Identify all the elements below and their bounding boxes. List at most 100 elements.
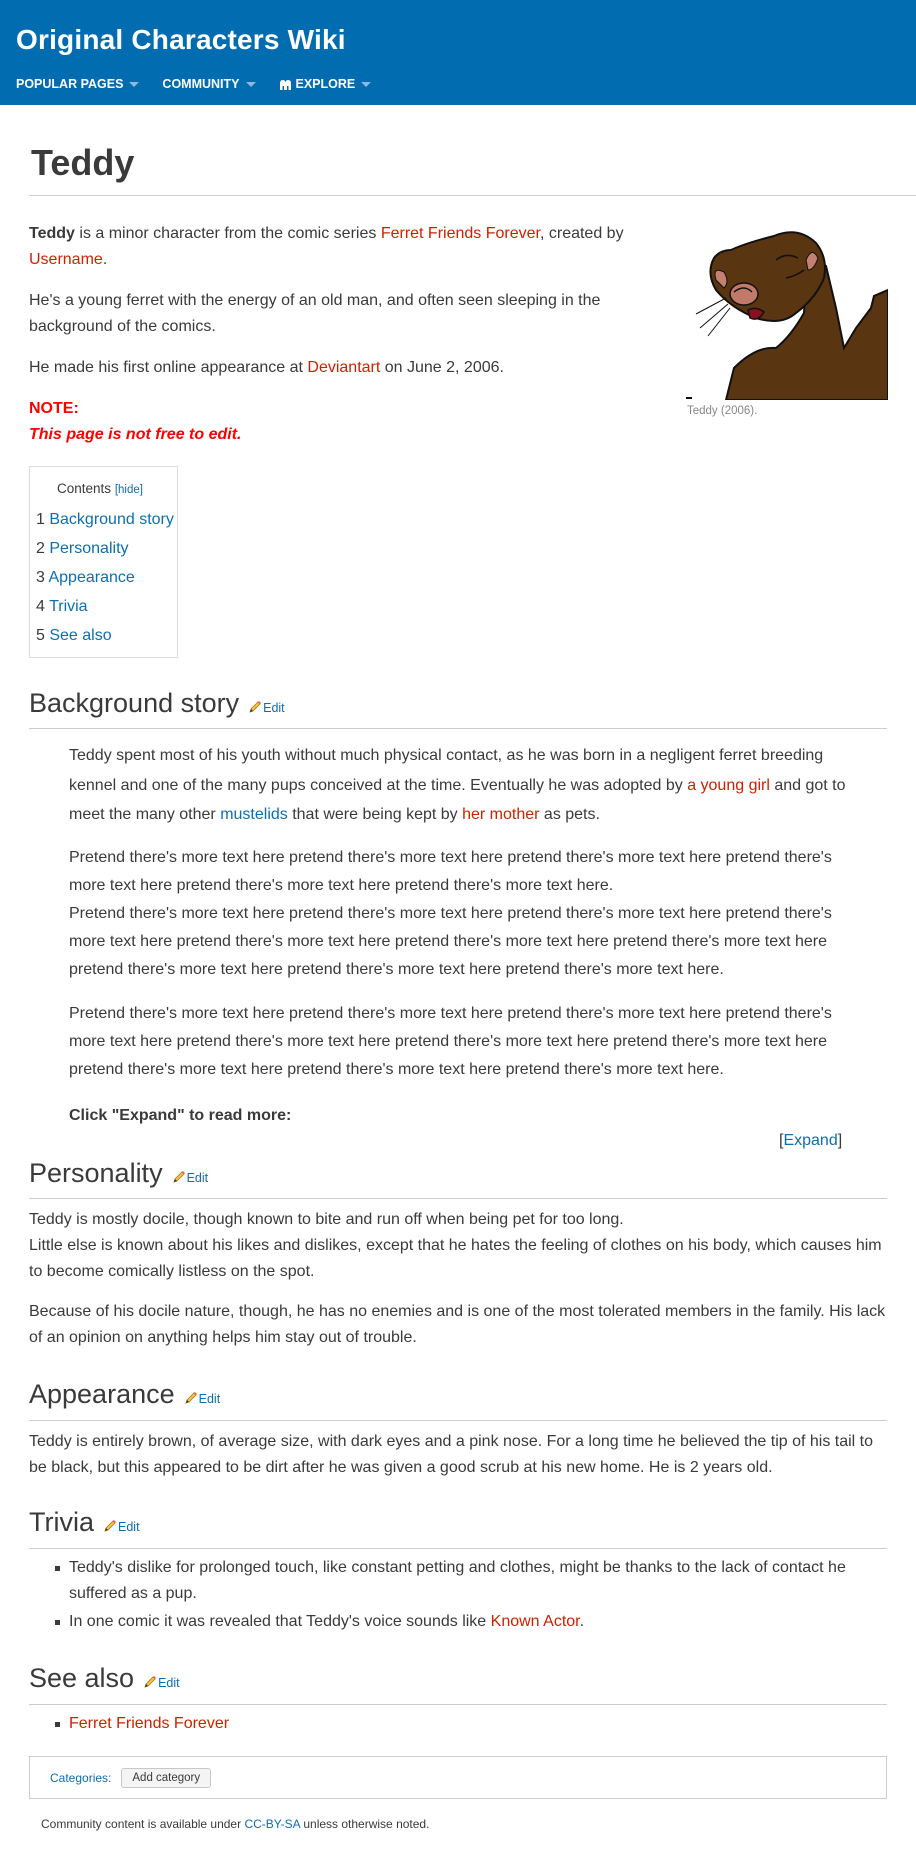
toc-label: Appearance: [48, 569, 135, 586]
character-image[interactable]: [686, 218, 888, 400]
list-item: Teddy's dislike for prolonged touch, lik…: [55, 1555, 885, 1607]
bullet-icon: [55, 1620, 60, 1625]
heading-text: Background story: [29, 688, 240, 718]
explore-icon: [279, 79, 291, 90]
edit-background-story-button[interactable]: Edit: [248, 698, 285, 715]
heading-background-story: Background story Edit: [29, 688, 285, 719]
toc-item-appearance[interactable]: 3 Appearance: [36, 569, 135, 587]
text: that were being kept by: [287, 806, 463, 823]
ferret-nose: [729, 282, 759, 306]
list-item: Ferret Friends Forever: [55, 1711, 885, 1737]
page-title: Teddy: [31, 142, 135, 183]
edit-trivia-button[interactable]: Edit: [103, 1517, 140, 1534]
toc-label: Personality: [49, 540, 129, 557]
edit-label: Edit: [158, 1676, 180, 1690]
heading-trivia: Trivia Edit: [29, 1507, 140, 1538]
appearance-paragraph: Teddy is entirely brown, of average size…: [29, 1433, 874, 1476]
background-paragraph-3: Pretend there's more text here pretend t…: [69, 1005, 832, 1078]
license-footer: Community content is available under CC-…: [41, 1817, 429, 1831]
categories-box: Categories: Add category: [29, 1756, 887, 1799]
personality-paragraph-1: Teddy is mostly docile, though known to …: [29, 1207, 889, 1285]
bullet-icon: [55, 1566, 60, 1571]
intro-paragraph-3: He made his first online appearance at D…: [29, 355, 649, 381]
link-known-actor[interactable]: Known Actor: [491, 1613, 580, 1630]
pencil-icon: [104, 1520, 116, 1532]
section-divider: [29, 1704, 887, 1705]
edit-see-also-button[interactable]: Edit: [143, 1673, 180, 1690]
list-item: In one comic it was revealed that Teddy'…: [55, 1609, 885, 1635]
expand-button[interactable]: [Expand]: [779, 1132, 842, 1150]
toc-number: 3: [36, 569, 45, 586]
toc-number: 4: [36, 598, 45, 615]
note-label: NOTE:: [29, 400, 79, 417]
toc-label: See also: [49, 627, 112, 644]
toc-title-text: Contents: [57, 481, 112, 496]
text: Teddy's dislike for prolonged touch, lik…: [69, 1559, 846, 1602]
edit-label: Edit: [263, 701, 285, 715]
toc-label: Trivia: [49, 598, 88, 615]
nav-community[interactable]: COMMUNITY: [162, 77, 256, 91]
personality-paragraph-2: Because of his docile nature, though, he…: [29, 1303, 886, 1346]
text: on June 2, 2006.: [380, 359, 504, 376]
nav-label: EXPLORE: [295, 77, 356, 91]
wiki-nav: POPULAR PAGES COMMUNITY EXPLORE: [16, 77, 394, 91]
edit-appearance-button[interactable]: Edit: [184, 1389, 220, 1406]
toc-title: Contents [hide]: [57, 481, 143, 496]
text: Teddy is mostly docile, though known to …: [29, 1211, 624, 1228]
character-name: Teddy: [29, 225, 75, 242]
toc-item-personality[interactable]: 2 Personality: [36, 540, 129, 558]
heading-appearance: Appearance Edit: [29, 1379, 220, 1410]
toc-number: 2: [36, 540, 45, 557]
background-paragraph-1: Teddy spent most of his youth without mu…: [69, 741, 859, 830]
text: In one comic it was revealed that Teddy'…: [69, 1613, 491, 1630]
nav-explore[interactable]: EXPLORE: [279, 77, 372, 91]
note-text: This page is not free to edit.: [29, 426, 242, 443]
link-a-young-girl[interactable]: a young girl: [687, 777, 770, 794]
text: .: [102, 251, 108, 268]
nav-label: COMMUNITY: [162, 77, 240, 91]
chevron-down-icon: [129, 81, 140, 87]
section-divider: [29, 1548, 887, 1549]
toc-item-trivia[interactable]: 4 Trivia: [36, 598, 88, 616]
site-header: Original Characters Wiki POPULAR PAGES C…: [0, 0, 916, 105]
background-paragraph-2: Pretend there's more text here pretend t…: [69, 844, 859, 984]
edit-personality-button[interactable]: Edit: [172, 1168, 209, 1185]
heading-personality: Personality Edit: [29, 1158, 208, 1189]
text: unless otherwise noted.: [300, 1817, 430, 1831]
toc-label: Background story: [49, 511, 174, 528]
text: .: [579, 1613, 585, 1630]
trivia-list: Teddy's dislike for prolonged touch, lik…: [55, 1555, 885, 1637]
nav-popular-pages[interactable]: POPULAR PAGES: [16, 77, 140, 91]
click-expand-prompt: Click "Expand" to read more:: [69, 1107, 292, 1124]
link-username[interactable]: Username: [29, 251, 103, 268]
intro-paragraph-1: Teddy is a minor character from the comi…: [29, 221, 649, 273]
wiki-name[interactable]: Original Characters Wiki: [16, 24, 346, 56]
expand-label: Expand: [783, 1132, 838, 1149]
text: Little else is known about his likes and…: [29, 1237, 882, 1280]
link-her-mother[interactable]: her mother: [462, 806, 539, 823]
table-of-contents: Contents [hide] 1 Background story 2 Per…: [29, 466, 178, 658]
heading-text: Trivia: [29, 1507, 94, 1537]
text: Community content is available under: [41, 1817, 245, 1831]
link-ferret-friends-forever[interactable]: Ferret Friends Forever: [69, 1715, 229, 1732]
link-ferret-friends-forever[interactable]: Ferret Friends Forever: [381, 225, 540, 242]
link-deviantart[interactable]: Deviantart: [307, 359, 380, 376]
edit-label: Edit: [186, 1171, 209, 1185]
image-caption: Teddy (2006).: [687, 405, 758, 417]
link-mustelids[interactable]: mustelids: [220, 806, 288, 823]
text: is a minor character from the comic seri…: [74, 225, 381, 242]
text: He made his first online appearance at: [29, 359, 308, 376]
toc-hide-toggle[interactable]: [hide]: [115, 484, 143, 496]
toc-item-background-story[interactable]: 1 Background story: [36, 511, 174, 529]
categories-link[interactable]: Categories:: [50, 1771, 111, 1785]
pencil-icon: [249, 701, 262, 713]
chevron-down-icon: [361, 81, 372, 87]
text: as pets.: [539, 806, 600, 823]
add-category-button[interactable]: Add category: [121, 1767, 212, 1788]
text: , created by: [539, 225, 624, 242]
text: Pretend there's more text here pretend t…: [69, 905, 832, 978]
toc-item-see-also[interactable]: 5 See also: [36, 627, 112, 645]
section-divider: [29, 1420, 887, 1421]
heading-text: Personality: [29, 1158, 163, 1188]
link-cc-by-sa[interactable]: CC-BY-SA: [244, 1817, 300, 1831]
